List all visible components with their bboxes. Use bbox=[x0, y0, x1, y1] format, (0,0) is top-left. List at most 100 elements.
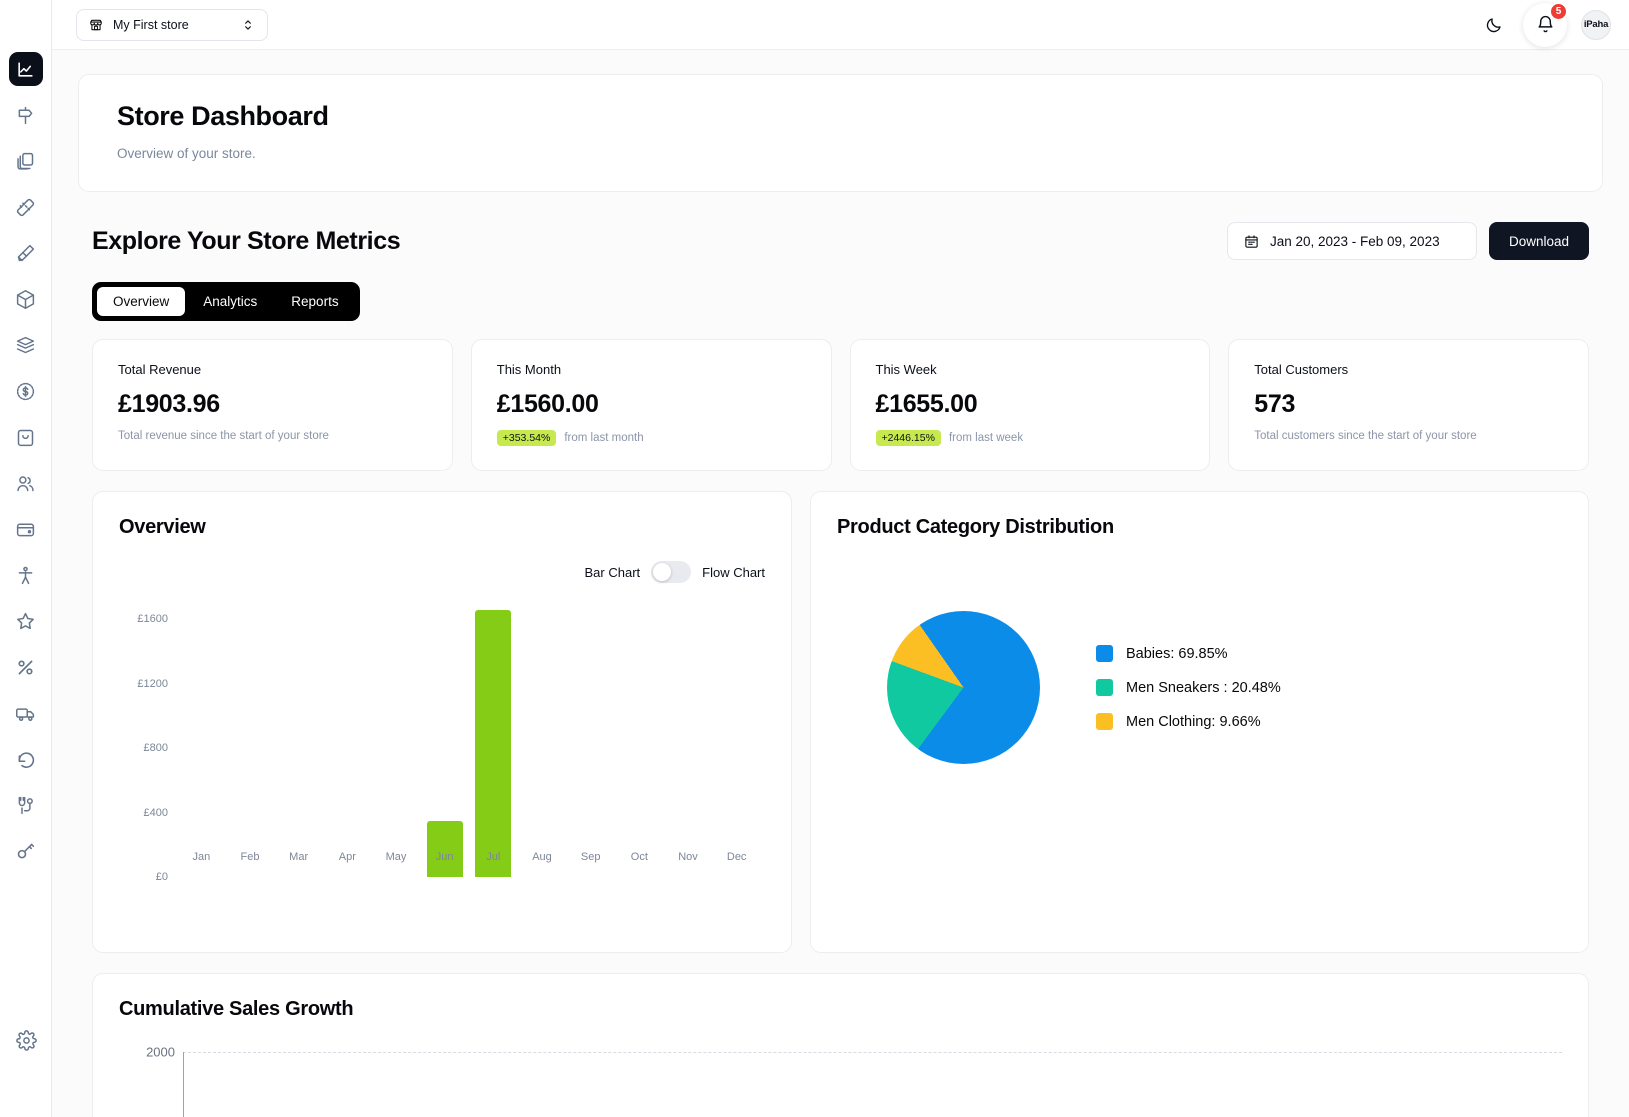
moon-icon bbox=[1485, 16, 1503, 34]
pie-chart-card: Product Category Distribution Babies: 69… bbox=[810, 491, 1589, 953]
bar[interactable] bbox=[427, 821, 463, 877]
signpost-icon bbox=[15, 105, 36, 126]
bar-chart-column[interactable] bbox=[274, 595, 323, 877]
sidebar-item-api-keys[interactable] bbox=[9, 834, 43, 868]
sidebar-item-integrations[interactable] bbox=[9, 788, 43, 822]
bar-chart-column[interactable] bbox=[664, 595, 713, 877]
top-bar: My First store 5 bbox=[52, 0, 1629, 50]
legend-swatch bbox=[1096, 713, 1113, 730]
tab-reports[interactable]: Reports bbox=[275, 287, 354, 316]
overview-chart-card: Overview Bar Chart Flow Chart £0£400£800… bbox=[92, 491, 792, 953]
notifications-button[interactable]: 5 bbox=[1523, 3, 1567, 47]
sidebar-item-analytics[interactable] bbox=[9, 52, 43, 86]
bar-chart-column[interactable] bbox=[177, 595, 226, 877]
metrics-tabs: Overview Analytics Reports bbox=[92, 282, 360, 321]
box-icon bbox=[15, 289, 36, 310]
bar-chart-x-tick: Feb bbox=[241, 851, 260, 863]
legend-item: Men Sneakers : 20.48% bbox=[1096, 679, 1281, 696]
page-header-card: Store Dashboard Overview of your store. bbox=[78, 74, 1603, 192]
theme-toggle-button[interactable] bbox=[1479, 10, 1509, 40]
stat-foot-text: Total revenue since the start of your st… bbox=[118, 430, 329, 442]
chevron-up-down-icon bbox=[241, 18, 255, 32]
sidebar-item-pages[interactable] bbox=[9, 144, 43, 178]
bar-chart-column[interactable] bbox=[372, 595, 421, 877]
bar-chart-column[interactable] bbox=[615, 595, 664, 877]
store-switcher[interactable]: My First store bbox=[76, 9, 268, 41]
legend-swatch bbox=[1096, 679, 1113, 696]
ruler-icon bbox=[15, 197, 36, 218]
cumulative-y-tick: 2000 bbox=[146, 1045, 175, 1060]
bar-chart-x-tick: Dec bbox=[727, 851, 747, 863]
sidebar-item-inventory[interactable] bbox=[9, 328, 43, 362]
bar-chart-x-tick: Jun bbox=[436, 851, 454, 863]
pie-chart-legend: Babies: 69.85%Men Sneakers : 20.48%Men C… bbox=[1096, 645, 1281, 730]
pie-chart bbox=[887, 611, 1040, 764]
toggle-label-flow-chart: Flow Chart bbox=[702, 565, 765, 580]
stat-footnote: Total revenue since the start of your st… bbox=[118, 430, 427, 442]
page-subtitle: Overview of your store. bbox=[117, 146, 1564, 161]
avatar[interactable]: iPaha bbox=[1581, 10, 1611, 40]
truck-icon bbox=[15, 703, 36, 724]
cumulative-area-series bbox=[183, 1052, 1183, 1117]
download-button[interactable]: Download bbox=[1489, 222, 1589, 260]
metrics-header: Explore Your Store Metrics Jan 20, 2023 … bbox=[92, 222, 1589, 260]
charts-row: Overview Bar Chart Flow Chart £0£400£800… bbox=[92, 491, 1589, 953]
bar-chart-bars bbox=[177, 595, 761, 877]
bar-chart-x-tick: May bbox=[386, 851, 407, 863]
bar-chart-column[interactable] bbox=[226, 595, 275, 877]
sidebar-item-discounts[interactable] bbox=[9, 650, 43, 684]
topbar-actions: 5 iPaha bbox=[1479, 3, 1611, 47]
stat-card-this-month: This Month £1560.00 +353.54% from last m… bbox=[471, 339, 832, 471]
bar-chart-column[interactable] bbox=[518, 595, 567, 877]
tab-analytics[interactable]: Analytics bbox=[187, 287, 273, 316]
sidebar-item-payments[interactable] bbox=[9, 374, 43, 408]
stat-value: £1903.96 bbox=[118, 390, 427, 419]
bar-chart-column[interactable] bbox=[469, 595, 518, 877]
stat-value: 573 bbox=[1254, 390, 1563, 419]
store-switcher-label: My First store bbox=[113, 18, 231, 32]
legend-label: Men Sneakers : 20.48% bbox=[1126, 680, 1281, 696]
star-icon bbox=[15, 611, 36, 632]
plug-connect-icon bbox=[15, 795, 36, 816]
stat-label: Total Customers bbox=[1254, 362, 1563, 377]
bar-chart-y-tick: £400 bbox=[144, 807, 168, 819]
sidebar-item-signpost[interactable] bbox=[9, 98, 43, 132]
pie-chart-title: Product Category Distribution bbox=[837, 516, 1562, 539]
sidebar-item-customers[interactable] bbox=[9, 466, 43, 500]
bar-chart-column[interactable] bbox=[420, 595, 469, 877]
sidebar-item-measure[interactable] bbox=[9, 190, 43, 224]
bar-chart-column[interactable] bbox=[712, 595, 761, 877]
legend-item: Babies: 69.85% bbox=[1096, 645, 1281, 662]
sidebar-item-appearance[interactable] bbox=[9, 236, 43, 270]
tab-overview[interactable]: Overview bbox=[97, 287, 185, 316]
sidebar-item-accessibility[interactable] bbox=[9, 558, 43, 592]
bar-chart-x-tick: Apr bbox=[339, 851, 356, 863]
sidebar-item-reviews[interactable] bbox=[9, 604, 43, 638]
sidebar-item-shipping[interactable] bbox=[9, 696, 43, 730]
bar-chart-y-tick: £1200 bbox=[137, 678, 168, 690]
bar-chart-column[interactable] bbox=[566, 595, 615, 877]
undo-arrow-icon bbox=[15, 749, 36, 770]
date-range-picker[interactable]: Jan 20, 2023 - Feb 09, 2023 bbox=[1227, 222, 1477, 260]
stat-value: £1655.00 bbox=[876, 390, 1185, 419]
bar[interactable] bbox=[475, 610, 511, 877]
sidebar-item-settings[interactable] bbox=[9, 1023, 43, 1057]
dashboard-content: Store Dashboard Overview of your store. … bbox=[52, 50, 1629, 1117]
bar-chart-column[interactable] bbox=[323, 595, 372, 877]
bar-chart: £0£400£800£1200£1600 JanFebMarAprMayJunJ… bbox=[119, 587, 765, 917]
wallet-icon bbox=[15, 519, 36, 540]
overview-chart-title: Overview bbox=[119, 516, 765, 539]
sidebar-item-returns[interactable] bbox=[9, 742, 43, 776]
sidebar-item-orders[interactable] bbox=[9, 420, 43, 454]
stat-value: £1560.00 bbox=[497, 390, 806, 419]
bar-chart-y-tick: £1600 bbox=[137, 613, 168, 625]
cumulative-plot-area: 2000 bbox=[183, 1052, 1562, 1117]
shopping-bag-icon bbox=[15, 427, 36, 448]
chart-type-toggle[interactable] bbox=[651, 561, 691, 583]
sidebar-item-wallet[interactable] bbox=[9, 512, 43, 546]
legend-label: Babies: 69.85% bbox=[1126, 646, 1228, 662]
sidebar-item-products[interactable] bbox=[9, 282, 43, 316]
stat-card-total-revenue: Total Revenue £1903.96 Total revenue sin… bbox=[92, 339, 453, 471]
bar-chart-y-tick: £800 bbox=[144, 742, 168, 754]
cumulative-sales-card: Cumulative Sales Growth 2000 bbox=[92, 973, 1589, 1117]
